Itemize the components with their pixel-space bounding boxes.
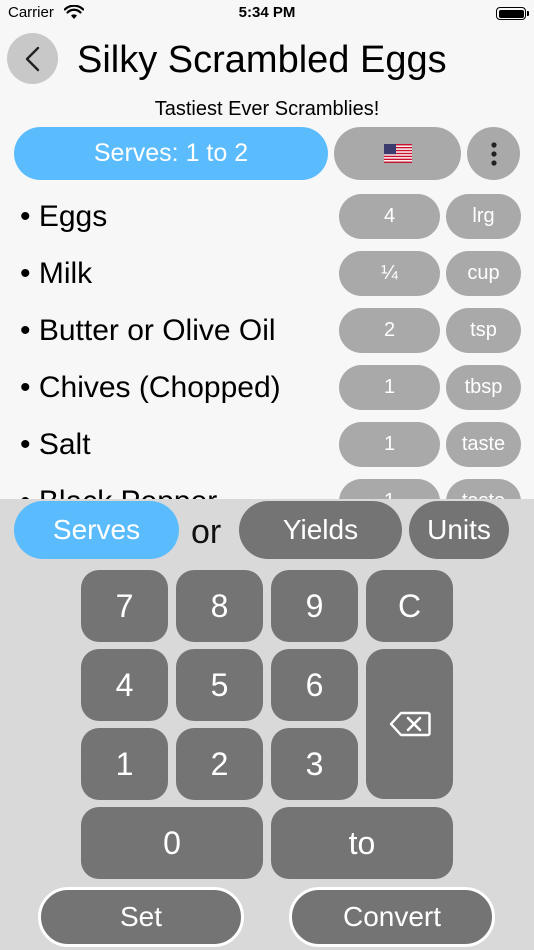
clock-label: 5:34 PM (238, 4, 296, 21)
set-button[interactable]: Set (38, 887, 244, 947)
ingredient-unit-button[interactable]: tbsp (446, 365, 521, 410)
ingredient-row: • Salt 1 taste (0, 416, 534, 473)
status-bar: Carrier 5:34 PM (0, 0, 534, 28)
key-0[interactable]: 0 (81, 807, 263, 879)
ingredient-name: • Eggs (20, 200, 108, 233)
chevron-left-icon (25, 46, 39, 71)
locale-flag-button[interactable] (334, 127, 461, 180)
ingredient-qty-button[interactable]: 1 (339, 479, 440, 500)
recipe-subtitle: Tastiest Ever Scramblies! (154, 98, 380, 120)
recipe-title: Silky Scrambled Eggs (77, 39, 447, 81)
key-1[interactable]: 1 (81, 728, 168, 800)
ingredient-qty-button[interactable]: 2 (339, 308, 440, 353)
yields-mode-button[interactable]: Yields (239, 501, 402, 559)
serves-mode-button[interactable]: Serves (14, 501, 179, 559)
key-2[interactable]: 2 (176, 728, 263, 800)
ingredient-unit-button[interactable]: lrg (446, 194, 521, 239)
more-vertical-icon (490, 141, 497, 166)
key-4[interactable]: 4 (81, 649, 168, 721)
back-button[interactable] (7, 33, 58, 84)
key-3[interactable]: 3 (271, 728, 358, 800)
ingredient-qty-button[interactable]: 4 (339, 194, 440, 239)
ingredient-name: • Chives (Chopped) (20, 371, 281, 404)
key-6[interactable]: 6 (271, 649, 358, 721)
ingredient-name: • Salt (20, 428, 91, 461)
key-5[interactable]: 5 (176, 649, 263, 721)
ingredient-name: • Butter or Olive Oil (20, 314, 276, 347)
backspace-key[interactable] (366, 649, 453, 799)
ingredient-unit-button[interactable]: taste (446, 422, 521, 467)
ingredient-row: • Butter or Olive Oil 2 tsp (0, 302, 534, 359)
ingredient-list[interactable]: • Eggs 4 lrg • Milk ¼ cup • Butter or Ol… (0, 188, 534, 500)
or-label: or (191, 513, 222, 551)
ingredient-row: • Black Pepper 1 taste (0, 473, 534, 500)
key-8[interactable]: 8 (176, 570, 263, 642)
clear-key[interactable]: C (366, 570, 453, 642)
ingredient-row: • Eggs 4 lrg (0, 188, 534, 245)
ingredient-name: • Black Pepper (20, 482, 217, 500)
keypad-panel: Serves or Yields Units 7 8 9 C 4 5 6 1 2… (0, 499, 534, 950)
us-flag-icon (383, 144, 412, 163)
backspace-icon (389, 711, 431, 737)
ingredient-qty-button[interactable]: 1 (339, 365, 440, 410)
ingredient-unit-button[interactable]: taste (446, 479, 521, 500)
battery-icon (496, 7, 529, 20)
convert-button[interactable]: Convert (289, 887, 495, 947)
ingredient-qty-button[interactable]: ¼ (339, 251, 440, 296)
serves-button[interactable]: Serves: 1 to 2 (14, 127, 328, 180)
ingredient-row: • Chives (Chopped) 1 tbsp (0, 359, 534, 416)
to-key[interactable]: to (271, 807, 453, 879)
key-9[interactable]: 9 (271, 570, 358, 642)
units-mode-button[interactable]: Units (409, 501, 509, 559)
more-options-button[interactable] (467, 127, 520, 180)
ingredient-unit-button[interactable]: cup (446, 251, 521, 296)
ingredient-row: • Milk ¼ cup (0, 245, 534, 302)
ingredient-unit-button[interactable]: tsp (446, 308, 521, 353)
ingredient-name: • Milk (20, 257, 93, 290)
key-7[interactable]: 7 (81, 570, 168, 642)
ingredient-qty-button[interactable]: 1 (339, 422, 440, 467)
